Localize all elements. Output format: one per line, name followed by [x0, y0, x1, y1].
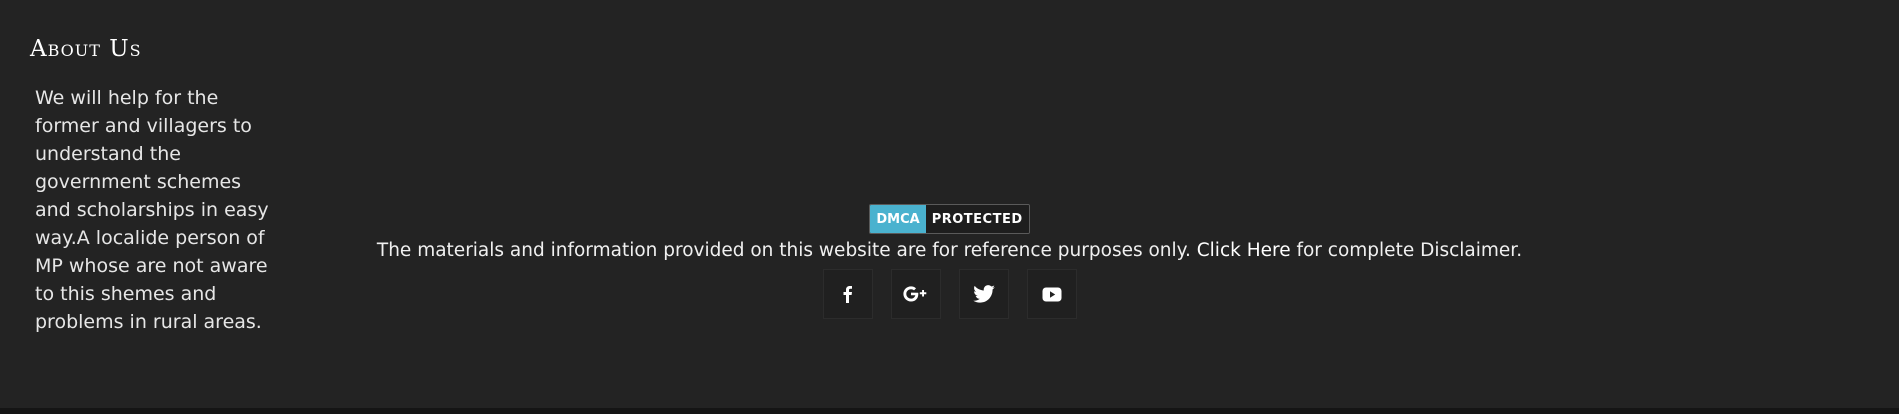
dmca-badge[interactable]: DMCA PROTECTED: [869, 204, 1030, 234]
google-plus-icon: [902, 286, 926, 302]
disclaimer-link[interactable]: Click Here: [1197, 240, 1291, 261]
facebook-button[interactable]: [822, 269, 873, 319]
youtube-icon: [1042, 287, 1061, 301]
facebook-icon: [843, 286, 852, 303]
site-footer: About Us We will help for the former and…: [0, 0, 1899, 408]
google-plus-button[interactable]: [890, 269, 941, 319]
youtube-button[interactable]: [1026, 269, 1077, 319]
bottom-strip: [0, 408, 1899, 414]
disclaimer-after: for complete Disclaimer.: [1290, 240, 1523, 261]
dmca-protected-label: PROTECTED: [925, 205, 1029, 233]
footer-center: DMCA PROTECTED The materials and informa…: [0, 204, 1899, 319]
disclaimer-text: The materials and information provided o…: [0, 240, 1899, 261]
twitter-icon: [972, 285, 995, 303]
about-title: About Us: [30, 36, 142, 62]
social-links: [0, 269, 1899, 319]
disclaimer-before: The materials and information provided o…: [376, 240, 1197, 261]
dmca-label: DMCA: [870, 205, 926, 233]
twitter-button[interactable]: [958, 269, 1009, 319]
